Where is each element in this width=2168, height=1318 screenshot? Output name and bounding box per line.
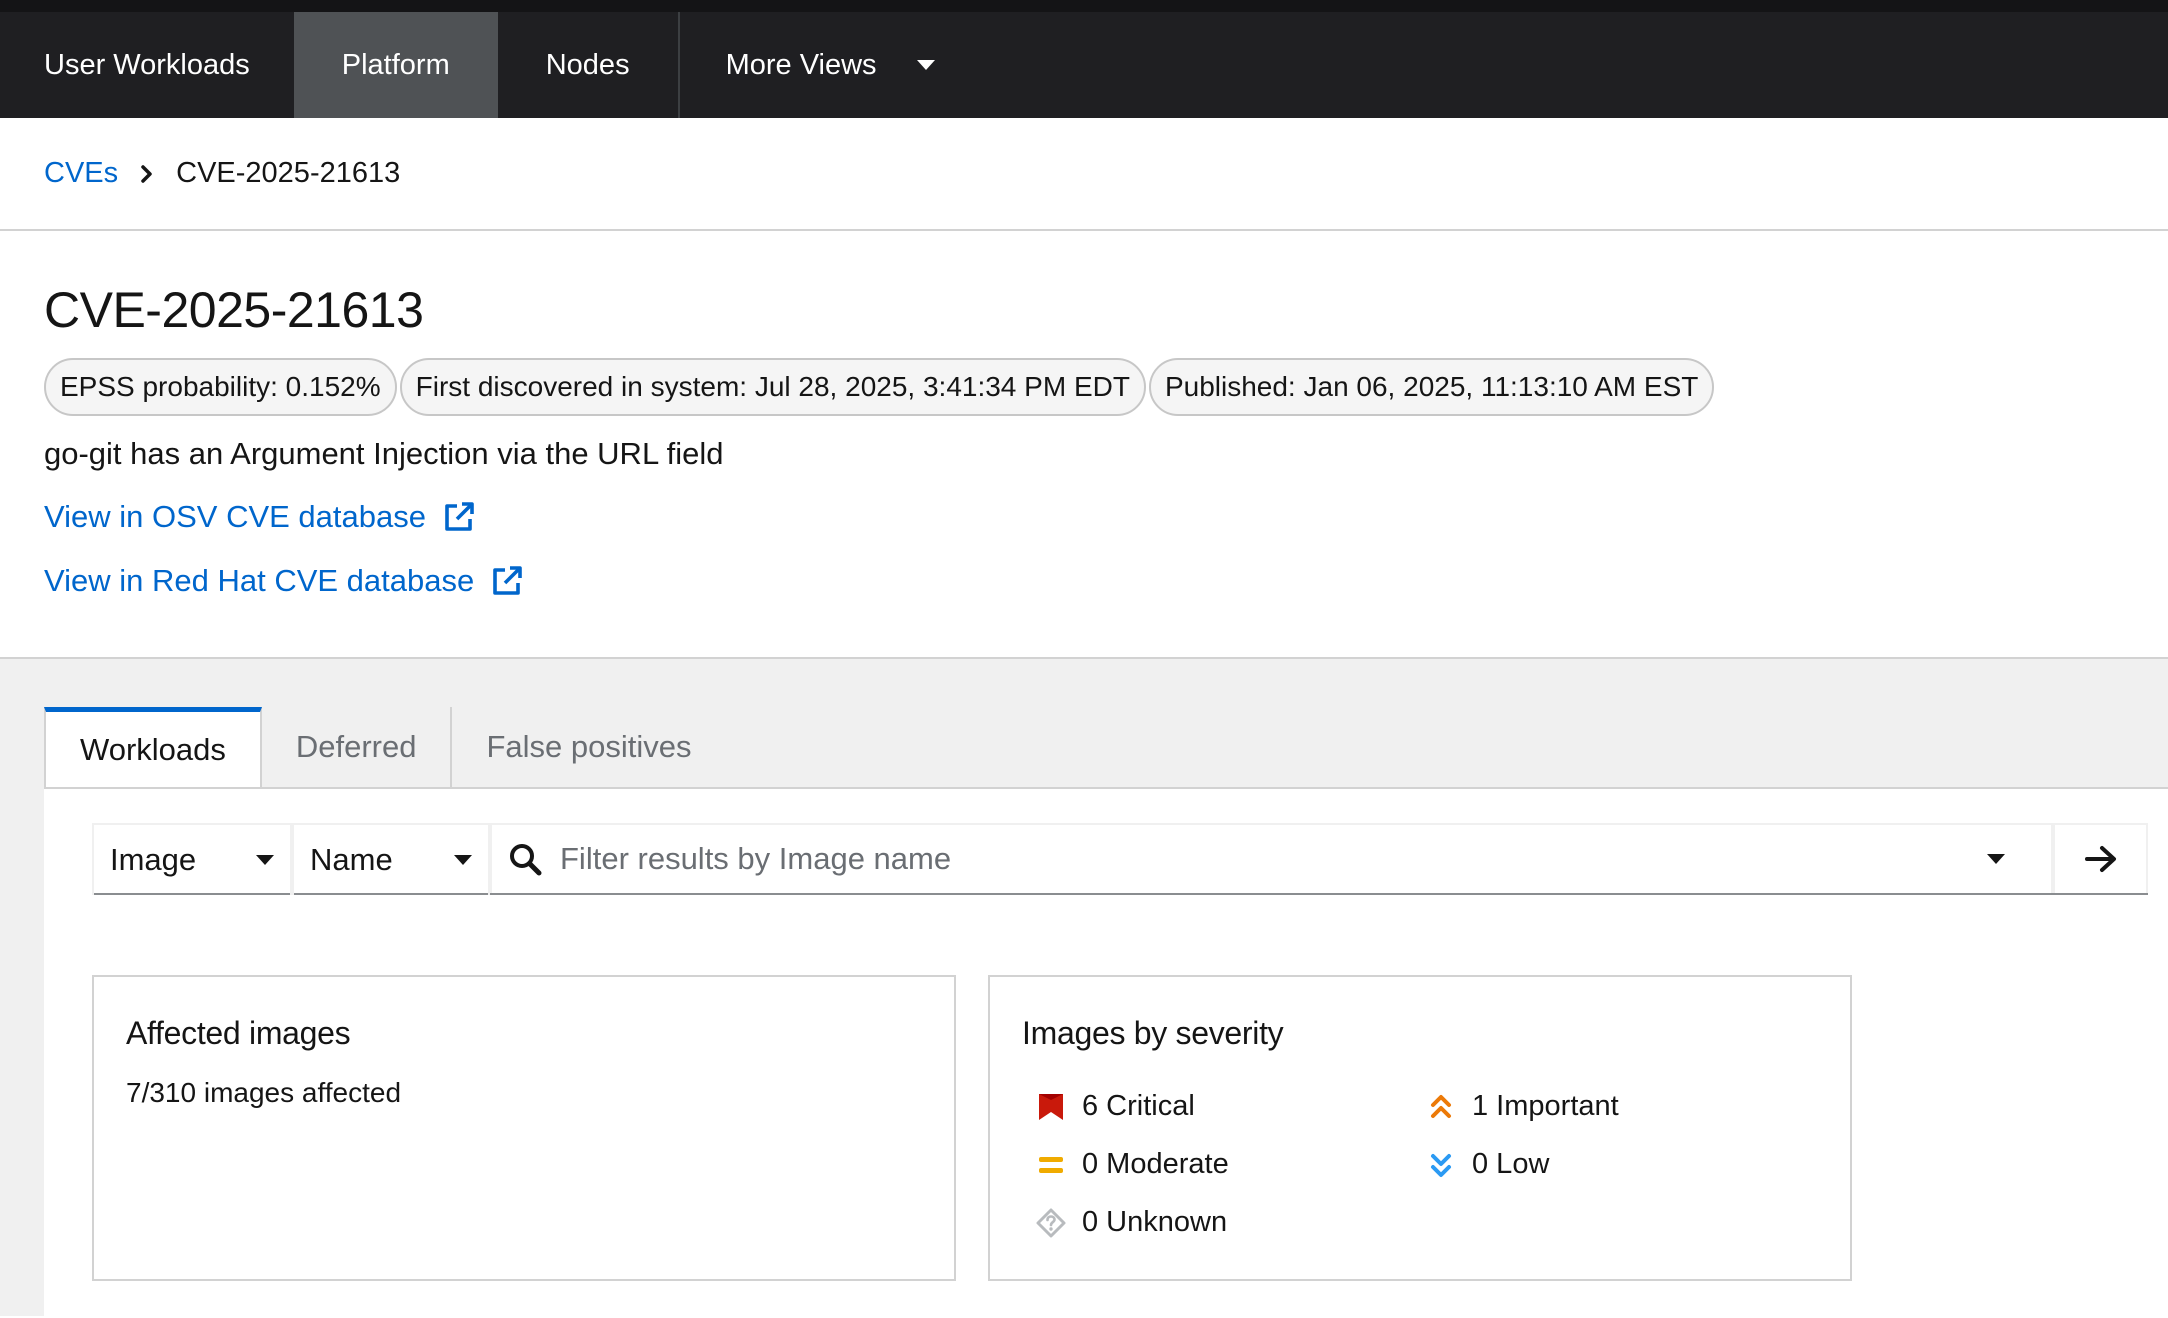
tab-workloads[interactable]: Workloads [44,707,262,787]
tabs: Workloads Deferred False positives [44,707,726,787]
severity-label: 0 Low [1472,1148,1550,1180]
redhat-database-link[interactable]: View in Red Hat CVE database [44,563,524,599]
severity-critical: 6 Critical [1034,1090,1195,1123]
nav-item-nodes[interactable]: Nodes [498,12,678,118]
double-chevron-down-icon [1424,1151,1458,1179]
severity-label: 0 Unknown [1082,1206,1228,1238]
external-link-icon [442,500,476,534]
entity-select[interactable]: Image [92,823,292,895]
osv-database-link[interactable]: View in OSV CVE database [44,499,476,535]
severity-unknown: 0 Unknown [1034,1206,1227,1239]
caret-down-icon[interactable] [1987,854,2005,864]
attribute-select[interactable]: Name [292,823,490,895]
search-icon [508,842,542,876]
nav-item-user-workloads[interactable]: User Workloads [0,12,294,118]
tab-label: False positives [486,729,692,764]
nav-item-label: Nodes [545,48,630,81]
breadcrumb-link-cves[interactable]: CVEs [44,157,118,190]
tab-label: Deferred [295,729,417,764]
link-label: View in Red Hat CVE database [44,563,475,598]
severity-low: 0 Low [1424,1148,1549,1181]
epss-label: EPSS probability: 0.152% [44,358,397,416]
images-by-severity-card: Images by severity 6 Critical 1 Importan… [988,975,1852,1281]
tab-false-positives[interactable]: False positives [452,707,725,787]
filter-toolbar: Image Name [92,823,2148,895]
caret-down-icon [256,855,274,865]
severity-moderate: 0 Moderate [1034,1148,1229,1181]
severity-label: 0 Moderate [1082,1148,1229,1180]
double-chevron-up-icon [1424,1093,1458,1121]
tab-deferred[interactable]: Deferred [262,707,453,787]
page-title: CVE-2025-21613 [44,282,424,338]
apply-filter-button[interactable] [2053,823,2148,893]
breadcrumb-current: CVE-2025-21613 [176,157,401,189]
nav-item-more-views[interactable]: More Views [680,12,981,118]
caret-down-icon [454,855,472,865]
severity-label: 1 Important [1472,1090,1619,1122]
cve-details-area: Workloads Deferred False positives Image… [0,657,2168,1318]
affected-images-card: Affected images 7/310 images affected [92,975,956,1281]
severity-important: 1 Important [1424,1090,1619,1123]
top-nav: User Workloads Platform Nodes More Views [0,0,2168,118]
equals-icon [1034,1154,1068,1176]
nav-item-label: More Views [725,48,877,81]
link-label: View in OSV CVE database [44,499,426,534]
unknown-diamond-icon [1034,1207,1068,1239]
workloads-panel: Image Name Filter results by Image name … [44,787,2168,1318]
nav-item-label: Platform [341,48,450,81]
tab-label: Workloads [80,731,226,767]
critical-flag-icon [1034,1092,1068,1122]
attribute-select-value: Name [310,842,393,877]
caret-down-icon [916,60,935,70]
card-title: Images by severity [1022,1015,1284,1051]
cve-summary: go-git has an Argument Injection via the… [44,436,724,471]
severity-label: 6 Critical [1082,1090,1195,1122]
card-title: Affected images [126,1015,351,1051]
published-label: Published: Jan 06, 2025, 11:13:10 AM EST [1148,358,1715,416]
chevron-right-icon [140,164,154,184]
cve-labels: EPSS probability: 0.152% First discovere… [44,358,1715,416]
nav-item-platform[interactable]: Platform [293,12,498,118]
first-discovered-label: First discovered in system: Jul 28, 2025… [399,358,1146,416]
external-link-icon [490,564,524,598]
breadcrumb: CVEs CVE-2025-21613 [0,118,2168,231]
search-input[interactable] [558,840,1987,878]
cve-header: CVE-2025-21613 EPSS probability: 0.152% … [0,231,2168,657]
affected-images-count: 7/310 images affected [126,1077,402,1108]
entity-select-value: Image [110,842,197,877]
nav-item-label: User Workloads [44,48,250,81]
search-field [490,823,2053,893]
arrow-right-icon [2084,844,2118,874]
